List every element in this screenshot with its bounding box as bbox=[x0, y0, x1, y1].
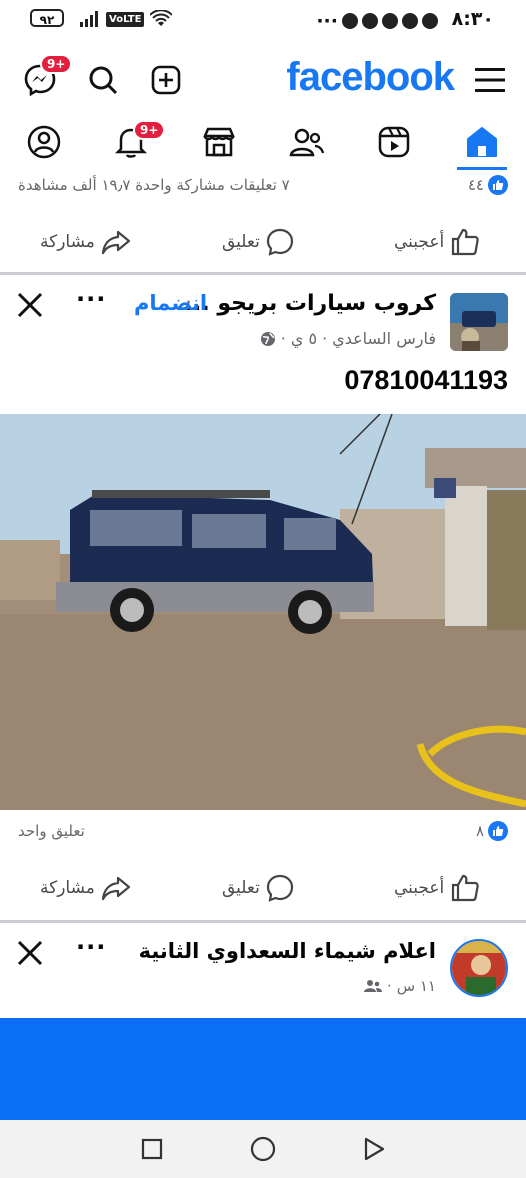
thumbs-up-icon bbox=[452, 228, 479, 256]
battery-indicator: ٩٢ bbox=[30, 9, 64, 27]
friends-icon bbox=[289, 128, 325, 157]
share-icon bbox=[101, 230, 130, 255]
thumbs-up-icon bbox=[452, 874, 479, 902]
share-button[interactable]: مشاركة bbox=[40, 858, 131, 918]
signal-icons: VoLTE bbox=[80, 8, 173, 30]
comment-button[interactable]: تعليق bbox=[222, 212, 294, 272]
status-bar: ٩٢ VoLTE ··· ٨:٣٠ bbox=[0, 0, 526, 40]
dots-icon: ··· bbox=[316, 10, 338, 32]
hide-post-button[interactable] bbox=[16, 291, 44, 323]
messenger-notif-icon bbox=[342, 13, 358, 29]
sponsored-banner[interactable] bbox=[0, 1018, 526, 1120]
post-stats: تعليق واحد ٨ bbox=[0, 818, 526, 848]
plus-square-icon bbox=[151, 65, 181, 95]
comment-label: تعليق bbox=[222, 878, 260, 898]
facebook-logo[interactable]: facebook bbox=[286, 55, 455, 100]
notifications-badge: 9+ bbox=[133, 120, 166, 140]
back-button[interactable] bbox=[362, 1136, 386, 1166]
post-time: ٥ ي bbox=[290, 329, 318, 348]
tab-friends[interactable] bbox=[282, 116, 332, 168]
comment-icon bbox=[266, 228, 293, 256]
share-label: مشاركة bbox=[40, 232, 95, 252]
van-photo bbox=[0, 413, 526, 810]
like-label: أعجبني bbox=[394, 232, 445, 252]
prev-post-stats-text[interactable]: ٧ تعليقات مشاركة واحدة ١٩٫٧ ألف مشاهدة bbox=[18, 176, 290, 194]
post-body-text: 07810041193 bbox=[344, 365, 508, 395]
recents-icon bbox=[141, 1138, 163, 1160]
comment-count[interactable]: تعليق واحد bbox=[18, 822, 85, 840]
group-name[interactable]: كروب سيارات بريجو ... bbox=[185, 291, 436, 316]
post-reactions[interactable]: ٨ bbox=[476, 821, 508, 841]
create-button[interactable] bbox=[146, 60, 186, 100]
home-icon bbox=[467, 127, 497, 157]
more-options-button[interactable]: ··· bbox=[76, 933, 106, 961]
post-time: ١١ س bbox=[396, 977, 436, 995]
like-button[interactable]: أعجبني bbox=[394, 212, 480, 272]
prev-post-stats: ٧ تعليقات مشاركة واحدة ١٩٫٧ ألف مشاهدة ٤… bbox=[0, 172, 526, 198]
post-actions: مشاركة تعليق أعجبني bbox=[0, 858, 526, 918]
share-icon bbox=[101, 876, 130, 901]
share-label: مشاركة bbox=[40, 878, 95, 898]
close-icon bbox=[17, 292, 43, 318]
tab-home[interactable] bbox=[457, 116, 507, 170]
back-triangle-icon bbox=[364, 1137, 385, 1161]
volte-badge: VoLTE bbox=[106, 11, 145, 27]
wifi-icon bbox=[150, 10, 173, 26]
like-button[interactable]: أعجبني bbox=[394, 858, 480, 918]
system-navigation-bar bbox=[0, 1120, 526, 1178]
prev-post-reactions[interactable]: ٤٤ bbox=[468, 175, 508, 195]
home-system-button[interactable] bbox=[250, 1136, 276, 1166]
friends-audience-icon bbox=[364, 980, 382, 992]
messenger-notif-icon bbox=[402, 13, 418, 29]
tab-profile[interactable] bbox=[19, 116, 69, 168]
menu-button[interactable] bbox=[470, 60, 510, 100]
page-name[interactable]: اعلام شيماء السعداوي الثانية bbox=[139, 939, 436, 963]
post-meta: فارس الساعدي · ٥ ي · bbox=[260, 329, 436, 348]
messenger-notif-icon bbox=[422, 13, 438, 29]
hide-post-button[interactable] bbox=[16, 939, 44, 971]
reaction-count: ٨ bbox=[475, 822, 484, 840]
messenger-badge: 9+ bbox=[40, 54, 73, 74]
comment-icon bbox=[266, 874, 293, 902]
search-button[interactable] bbox=[83, 60, 123, 100]
tab-bar: 9+ bbox=[0, 116, 526, 172]
join-button[interactable]: انضمام bbox=[134, 291, 207, 315]
profile-icon bbox=[27, 125, 61, 159]
close-icon bbox=[17, 940, 43, 966]
author-name[interactable]: فارس الساعدي bbox=[332, 329, 436, 348]
like-label: أعجبني bbox=[394, 878, 445, 898]
share-button[interactable]: مشاركة bbox=[40, 212, 131, 272]
next-post-meta: ١١ س · bbox=[364, 977, 436, 995]
messenger-notif-icon bbox=[382, 13, 398, 29]
meta-dot: · bbox=[322, 329, 328, 348]
post-header: كروب سيارات بريجو ... · انضمام ··· فارس … bbox=[0, 275, 526, 415]
circle-home-icon bbox=[250, 1136, 276, 1162]
prev-post-actions: مشاركة تعليق أعجبني bbox=[0, 212, 526, 272]
reaction-count: ٤٤ bbox=[467, 176, 484, 194]
signal-icon bbox=[80, 11, 98, 27]
recents-button[interactable] bbox=[141, 1138, 163, 1164]
group-avatar[interactable] bbox=[450, 293, 508, 351]
comment-label: تعليق bbox=[222, 232, 260, 252]
like-reaction-icon bbox=[488, 821, 508, 841]
video-icon bbox=[378, 126, 410, 158]
store-icon bbox=[203, 127, 235, 157]
meta-dot: · bbox=[280, 329, 286, 348]
page-avatar[interactable] bbox=[450, 939, 508, 997]
clock: ٨:٣٠ bbox=[451, 8, 494, 30]
like-reaction-icon bbox=[488, 175, 508, 195]
post-image[interactable] bbox=[0, 413, 526, 810]
messenger-notif-icon bbox=[362, 13, 378, 29]
notification-icons: ··· bbox=[316, 10, 438, 32]
tab-video[interactable] bbox=[369, 116, 419, 168]
more-options-button[interactable]: ··· bbox=[76, 285, 106, 313]
tab-marketplace[interactable] bbox=[194, 116, 244, 168]
hamburger-icon bbox=[475, 68, 505, 92]
active-tab-indicator bbox=[457, 167, 507, 170]
next-post-header: اعلام شيماء السعداوي الثانية ··· ١١ س · bbox=[0, 923, 526, 1018]
globe-icon bbox=[260, 331, 275, 346]
comment-button[interactable]: تعليق bbox=[222, 858, 294, 918]
search-icon bbox=[89, 66, 118, 95]
meta-dot: · bbox=[387, 977, 392, 995]
